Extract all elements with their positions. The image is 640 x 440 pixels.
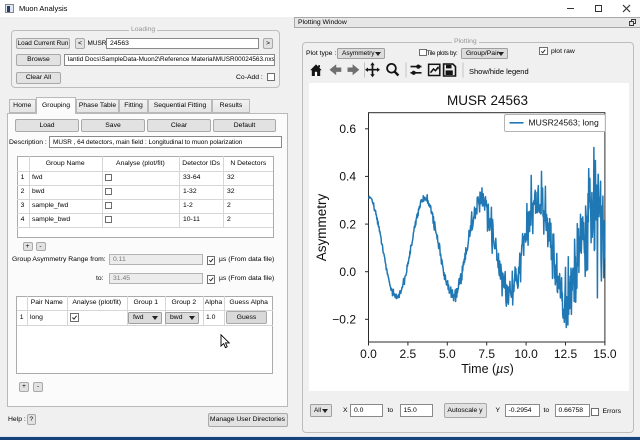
svg-text:−0.2: −0.2 (332, 313, 356, 327)
svg-text:0.6: 0.6 (339, 122, 356, 136)
svg-text:Time (µs): Time (µs) (461, 362, 514, 376)
svg-text:7.5: 7.5 (478, 347, 495, 361)
svg-text:Asymmetry: Asymmetry (314, 194, 329, 262)
svg-text:0.4: 0.4 (339, 170, 356, 184)
svg-text:10.0: 10.0 (514, 347, 538, 361)
svg-text:0.0: 0.0 (339, 265, 356, 279)
svg-text:5.0: 5.0 (438, 347, 455, 361)
svg-text:12.5: 12.5 (553, 347, 577, 361)
svg-text:15.0: 15.0 (593, 347, 617, 361)
svg-text:0.2: 0.2 (339, 217, 356, 231)
svg-text:MUSR 24563: MUSR 24563 (446, 93, 527, 108)
svg-text:0.0: 0.0 (360, 347, 377, 361)
svg-text:2.5: 2.5 (399, 347, 416, 361)
svg-text:MUSR24563; long: MUSR24563; long (528, 118, 598, 128)
